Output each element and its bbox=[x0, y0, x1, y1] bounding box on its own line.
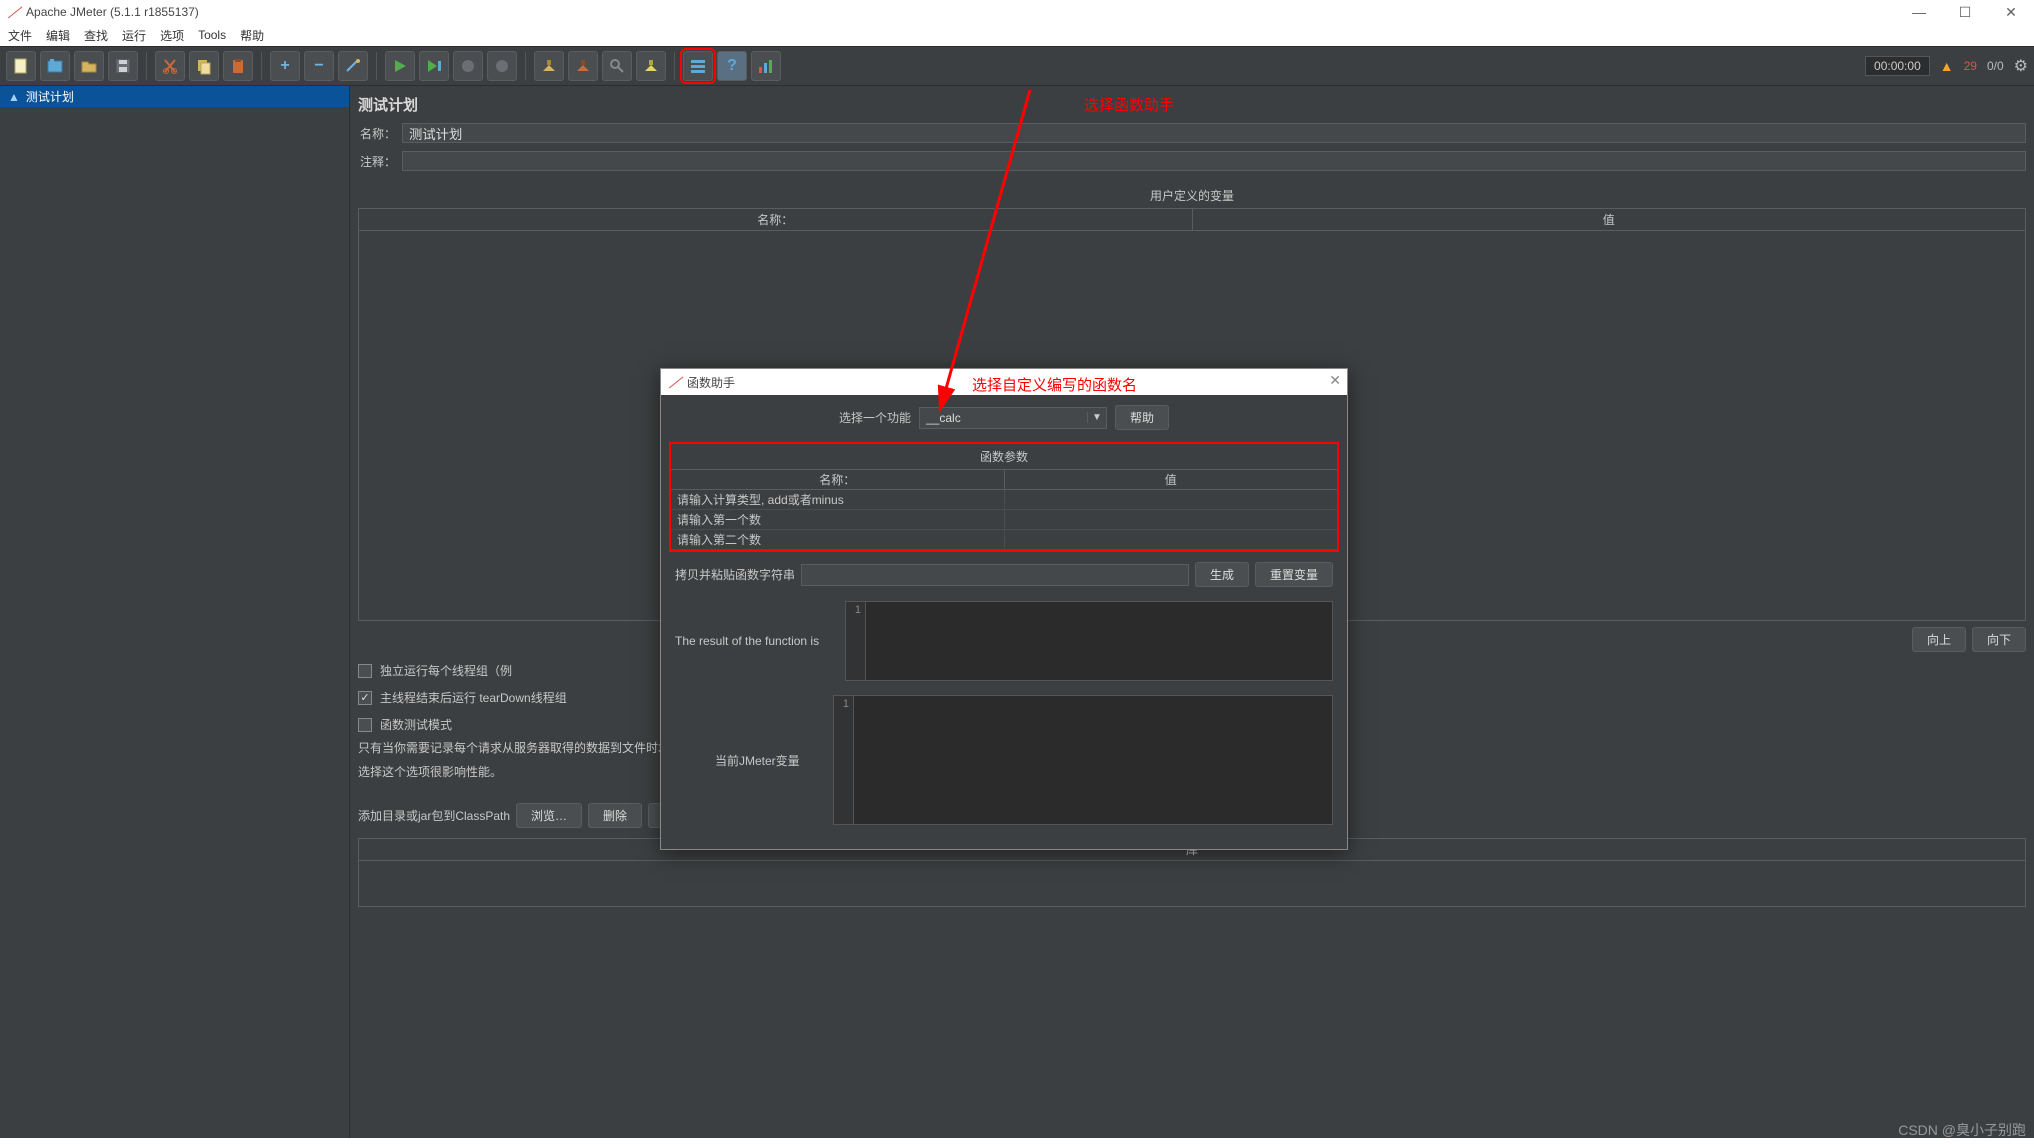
thread-count: 0/0 bbox=[1987, 59, 2004, 73]
move-up-button[interactable]: 向上 bbox=[1912, 627, 1966, 652]
chk-teardown[interactable]: ✓ bbox=[358, 691, 372, 705]
toggle-button[interactable] bbox=[338, 51, 368, 81]
settings-icon[interactable]: ⚙ bbox=[2014, 56, 2028, 76]
window-minimize-button[interactable]: — bbox=[1896, 0, 1942, 24]
param-row-2[interactable]: 请输入第二个数 bbox=[671, 530, 1337, 550]
menu-search[interactable]: 查找 bbox=[84, 27, 108, 44]
clear-all-button[interactable] bbox=[568, 51, 598, 81]
vars-col-value: 值 bbox=[1193, 209, 2026, 230]
dialog-help-button[interactable]: 帮助 bbox=[1115, 405, 1169, 430]
jmeter-vars-textarea[interactable]: 1 bbox=[833, 695, 1333, 825]
param-row-1[interactable]: 请输入第一个数 bbox=[671, 510, 1337, 530]
paste-button[interactable] bbox=[223, 51, 253, 81]
param-name-1: 请输入第一个数 bbox=[671, 510, 1005, 529]
dialog-close-button[interactable]: ✕ bbox=[1329, 372, 1341, 389]
gen-output[interactable] bbox=[801, 564, 1189, 586]
menu-help[interactable]: 帮助 bbox=[240, 27, 264, 44]
save-button[interactable] bbox=[108, 51, 138, 81]
editor-heading: 测试计划 bbox=[358, 90, 2026, 119]
param-col-value: 值 bbox=[1005, 470, 1338, 489]
cut-button[interactable] bbox=[155, 51, 185, 81]
vars-section-title: 用户定义的变量 bbox=[358, 183, 2026, 208]
reset-search-button[interactable] bbox=[636, 51, 666, 81]
menu-tools[interactable]: Tools bbox=[198, 28, 226, 42]
chevron-down-icon[interactable]: ▼ bbox=[1087, 412, 1106, 423]
expand-button[interactable]: + bbox=[270, 51, 300, 81]
jmeter-logo-icon: ／ bbox=[8, 4, 20, 21]
flask-icon: ▲ bbox=[8, 90, 20, 104]
delete-button[interactable]: 删除 bbox=[588, 803, 642, 828]
elapsed-time: 00:00:00 bbox=[1865, 56, 1930, 76]
start-button[interactable] bbox=[385, 51, 415, 81]
param-col-name: 名称： bbox=[671, 470, 1005, 489]
collapse-button[interactable]: − bbox=[304, 51, 334, 81]
help-button[interactable]: ? bbox=[717, 51, 747, 81]
classpath-label: 添加目录或jar包到ClassPath bbox=[358, 807, 510, 824]
param-value-0[interactable] bbox=[1005, 490, 1338, 509]
copy-button[interactable] bbox=[189, 51, 219, 81]
tree-panel: ▲ 测试计划 bbox=[0, 86, 350, 1138]
param-row-0[interactable]: 请输入计算类型, add或者minus bbox=[671, 490, 1337, 510]
dialog-title: 函数助手 bbox=[687, 374, 735, 391]
comment-label: 注释： bbox=[358, 153, 396, 170]
vars-col-name: 名称： bbox=[359, 209, 1193, 230]
function-select-value[interactable] bbox=[920, 411, 1087, 425]
toolbar: + − ? 00:00:00 ▲ 29 0/0 ⚙ bbox=[0, 46, 2034, 86]
param-name-0: 请输入计算类型, add或者minus bbox=[671, 490, 1005, 509]
function-helper-dialog: ／ 函数助手 ✕ 选择一个功能 ▼ 帮助 函数参数 名称： 值 请输入计算类型,… bbox=[660, 368, 1348, 850]
param-value-1[interactable] bbox=[1005, 510, 1338, 529]
templates-button[interactable] bbox=[40, 51, 70, 81]
menu-run[interactable]: 运行 bbox=[122, 27, 146, 44]
menu-edit[interactable]: 编辑 bbox=[46, 27, 70, 44]
result-label: The result of the function is bbox=[675, 634, 835, 648]
chk-functest-label: 函数测试模式 bbox=[380, 716, 452, 733]
menu-options[interactable]: 选项 bbox=[160, 27, 184, 44]
error-count: 29 bbox=[1964, 59, 1977, 73]
function-select[interactable]: ▼ bbox=[919, 407, 1107, 429]
clear-button[interactable] bbox=[534, 51, 564, 81]
function-helper-button[interactable] bbox=[683, 51, 713, 81]
name-label: 名称： bbox=[358, 125, 396, 142]
menu-file[interactable]: 文件 bbox=[8, 27, 32, 44]
name-input[interactable] bbox=[402, 123, 2026, 143]
tree-root-test-plan[interactable]: ▲ 测试计划 bbox=[0, 86, 349, 107]
watermark: CSDN @臭小子别跑 bbox=[1898, 1120, 2026, 1140]
chk-independent-label: 独立运行每个线程组（例 bbox=[380, 662, 512, 679]
start-no-timers-button[interactable] bbox=[419, 51, 449, 81]
stop-button[interactable] bbox=[453, 51, 483, 81]
tree-root-label: 测试计划 bbox=[26, 88, 74, 105]
jmeter-vars-label: 当前JMeter变量 bbox=[715, 752, 823, 769]
shutdown-button[interactable] bbox=[487, 51, 517, 81]
window-close-button[interactable]: ✕ bbox=[1988, 0, 2034, 24]
chk-teardown-label: 主线程结束后运行 tearDown线程组 bbox=[380, 689, 567, 706]
gen-label: 拷贝并粘贴函数字符串 bbox=[675, 566, 795, 583]
chk-functest[interactable] bbox=[358, 718, 372, 732]
open-button[interactable] bbox=[74, 51, 104, 81]
menu-bar: 文件 编辑 查找 运行 选项 Tools 帮助 bbox=[0, 24, 2034, 46]
vars-table-header: 名称： 值 bbox=[358, 208, 2026, 231]
lib-list[interactable] bbox=[358, 861, 2026, 907]
comment-input[interactable] bbox=[402, 151, 2026, 171]
generate-button[interactable]: 生成 bbox=[1195, 562, 1249, 587]
chk-independent[interactable] bbox=[358, 664, 372, 678]
window-maximize-button[interactable]: ☐ bbox=[1942, 0, 1988, 24]
browse-button[interactable]: 浏览… bbox=[516, 803, 582, 828]
dialog-titlebar: ／ 函数助手 ✕ bbox=[661, 369, 1347, 395]
window-titlebar: ／ Apache JMeter (5.1.1 r1855137) — ☐ ✕ bbox=[0, 0, 2034, 24]
report-button[interactable] bbox=[751, 51, 781, 81]
select-function-label: 选择一个功能 bbox=[839, 409, 911, 426]
warning-icon[interactable]: ▲ bbox=[1940, 58, 1954, 74]
reset-vars-button[interactable]: 重置变量 bbox=[1255, 562, 1333, 587]
param-name-2: 请输入第二个数 bbox=[671, 530, 1005, 549]
dialog-logo-icon: ／ bbox=[669, 374, 681, 391]
new-button[interactable] bbox=[6, 51, 36, 81]
result-textarea[interactable]: 1 bbox=[845, 601, 1333, 681]
move-down-button[interactable]: 向下 bbox=[1972, 627, 2026, 652]
window-title: Apache JMeter (5.1.1 r1855137) bbox=[26, 5, 199, 19]
search-button[interactable] bbox=[602, 51, 632, 81]
params-title: 函数参数 bbox=[671, 444, 1337, 469]
params-highlight-box: 函数参数 名称： 值 请输入计算类型, add或者minus 请输入第一个数 请… bbox=[669, 442, 1339, 552]
param-value-2[interactable] bbox=[1005, 530, 1338, 549]
